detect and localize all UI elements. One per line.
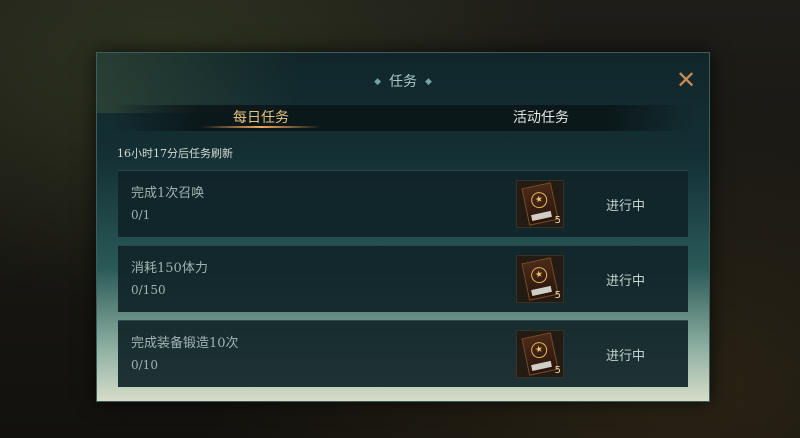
summon-card-icon: ★	[521, 257, 559, 301]
diamond-ornament-icon: ◆	[425, 77, 432, 87]
task-name: 消耗150体力	[131, 261, 208, 276]
summon-card-icon: ★	[521, 182, 559, 226]
star-emblem-icon: ★	[529, 265, 549, 285]
summon-card-icon: ★	[521, 332, 559, 376]
task-dialog: ◆ 任务 ◆ ✕ 每日任务 活动任务 16小时17分后任务刷新 完成1次召唤 0/1…	[96, 52, 710, 402]
task-name: 完成1次召唤	[131, 186, 205, 201]
dialog-title: 任务	[389, 74, 417, 90]
reward-item[interactable]: ★ 5	[516, 330, 564, 378]
tab-event-tasks[interactable]: 活动任务	[481, 105, 601, 131]
task-progress: 0/1	[131, 208, 151, 222]
task-status: 进行中	[606, 349, 646, 364]
star-emblem-icon: ★	[529, 340, 549, 360]
task-row: 完成1次召唤 0/1 ★ 5 进行中	[118, 170, 688, 237]
close-icon[interactable]: ✕	[673, 67, 699, 93]
reward-count: 5	[554, 215, 561, 226]
task-status: 进行中	[606, 199, 646, 214]
task-tabs: 每日任务 活动任务	[111, 105, 695, 131]
reward-count: 5	[554, 365, 561, 376]
tab-daily-tasks[interactable]: 每日任务	[201, 105, 321, 131]
reward-count: 5	[554, 290, 561, 301]
task-status: 进行中	[606, 274, 646, 289]
task-progress: 0/150	[131, 283, 166, 297]
card-foot	[531, 360, 552, 371]
refresh-timer: 16小时17分后任务刷新	[117, 147, 233, 160]
star-emblem-icon: ★	[529, 190, 549, 210]
task-progress: 0/10	[131, 358, 158, 372]
card-foot	[531, 210, 552, 221]
reward-item[interactable]: ★ 5	[516, 255, 564, 303]
task-name: 完成装备锻造10次	[131, 336, 239, 351]
task-row: 完成装备锻造10次 0/10 ★ 5 进行中	[118, 320, 688, 387]
card-foot	[531, 285, 552, 296]
reward-item[interactable]: ★ 5	[516, 180, 564, 228]
task-row: 消耗150体力 0/150 ★ 5 进行中	[118, 245, 688, 312]
dialog-title-row: ◆ 任务 ◆	[97, 71, 709, 95]
diamond-ornament-icon: ◆	[374, 77, 381, 87]
